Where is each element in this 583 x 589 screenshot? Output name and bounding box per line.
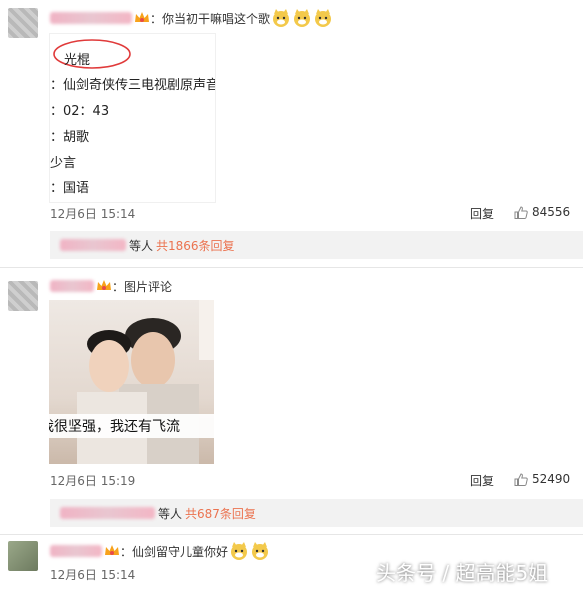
comment-text: ：仙剑留守儿童你好	[120, 544, 229, 559]
comment-header: ：你当初干嘛唱这个歌	[50, 8, 333, 28]
username[interactable]	[50, 12, 132, 24]
username[interactable]	[50, 545, 102, 557]
thumbs-up-icon	[514, 472, 528, 486]
song-title: 光棍	[64, 53, 91, 68]
comment-text: ：你当初干嘛唱这个歌	[150, 11, 271, 26]
comment-header: ：仙剑留守儿童你好	[50, 540, 270, 562]
like-button[interactable]: 84556	[514, 205, 570, 219]
reply-count[interactable]: 共1866条回复	[156, 237, 235, 254]
reply-username[interactable]	[60, 507, 155, 519]
username[interactable]	[50, 280, 94, 292]
watermark: 头条号 / 超高能5姐	[376, 561, 549, 585]
photo-figures	[77, 300, 214, 464]
doge-emoji-icon	[294, 9, 311, 27]
reply-prefix: 等人	[129, 238, 154, 253]
vip-crown-icon	[135, 12, 149, 22]
comment-date: 12月6日 15:14	[50, 207, 136, 221]
comment-divider	[0, 267, 583, 268]
comment-header: ：图片评论	[50, 277, 172, 295]
comment-divider	[0, 534, 583, 535]
doge-emoji-icon	[252, 542, 269, 560]
song-album: ：仙剑奇侠传三电视剧原声音	[50, 78, 216, 93]
image-caption: 我很坚强，我还有飞流	[49, 419, 180, 435]
song-duration: ：02：43	[50, 104, 110, 119]
comment-photo[interactable]: 我很坚强，我还有飞流	[49, 300, 214, 464]
like-count: 52490	[532, 472, 571, 486]
reply-username[interactable]	[60, 239, 126, 251]
thumbs-up-icon	[514, 205, 528, 219]
reply-summary-bar[interactable]: 等人 共1866条回复	[50, 231, 583, 259]
vip-crown-icon	[97, 280, 111, 290]
song-info-image[interactable]: 光棍 ：仙剑奇侠传三电视剧原声音 ：02：43 ：胡歌 少言 ：国语	[49, 33, 216, 203]
reply-summary-bar[interactable]: 等人 共687条回复	[50, 499, 583, 527]
doge-emoji-icon	[231, 542, 248, 560]
avatar[interactable]	[8, 8, 38, 38]
image-caption-bar: 我很坚强，我还有飞流	[49, 414, 214, 438]
comment-date: 12月6日 15:14	[50, 568, 136, 582]
song-language: ：国语	[50, 181, 90, 196]
like-button[interactable]: 52490	[514, 472, 570, 486]
doge-emoji-icon	[315, 9, 332, 27]
like-count: 84556	[532, 205, 571, 219]
vip-crown-icon	[105, 545, 119, 555]
doge-emoji-icon	[273, 9, 290, 27]
avatar[interactable]	[8, 541, 38, 571]
comment-text: ：图片评论	[112, 279, 173, 294]
reply-button[interactable]: 回复	[470, 472, 494, 489]
reply-prefix: 等人	[158, 506, 183, 521]
comment-date: 12月6日 15:19	[50, 474, 136, 488]
song-lyricist: 少言	[50, 156, 77, 171]
song-genre: ：胡歌	[50, 130, 90, 145]
reply-button[interactable]: 回复	[470, 205, 494, 222]
avatar[interactable]	[8, 281, 38, 311]
reply-count[interactable]: 共687条回复	[185, 505, 256, 522]
